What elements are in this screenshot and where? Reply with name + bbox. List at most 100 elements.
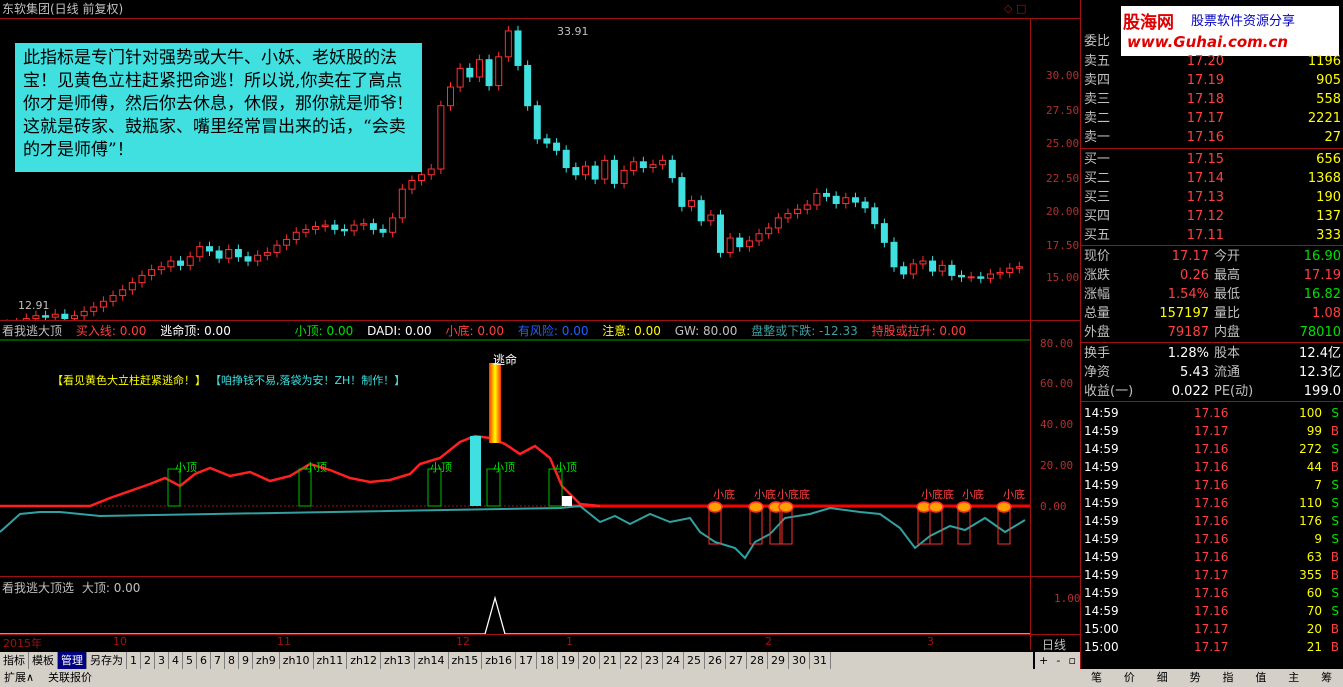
ind2-tick-1: 1.00 [1054,592,1081,605]
bid-row: 买二 17.14 1368 [1084,171,1341,186]
zoom-in-icon[interactable]: + [1039,652,1048,669]
related-quotes-button[interactable]: 关联报价 [48,669,92,687]
tick-row: 14:59 17.16 7 S [1084,478,1339,492]
expand-button[interactable]: 扩展∧ [4,669,34,687]
tab-24[interactable]: 24 [663,652,685,669]
tab-21[interactable]: 21 [600,652,622,669]
candle-body [948,264,956,276]
tab-模板[interactable]: 模板 [29,652,58,669]
panel-tab-主[interactable]: 主 [1288,669,1299,687]
ask-row: 卖一 17.16 27 [1084,130,1341,145]
candle-body [148,269,156,276]
tab-4[interactable]: 4 [169,652,183,669]
tick-row: 14:59 17.16 63 B [1084,550,1339,564]
order-book-header: 委比 [1084,34,1111,49]
small-top-3: 小顶 [430,461,452,474]
candle-body [977,276,985,279]
tab-19[interactable]: 19 [558,652,580,669]
tab-zh10[interactable]: zh10 [280,652,314,669]
candle-body [726,237,734,253]
candle-body [659,159,667,166]
tab-3[interactable]: 3 [155,652,169,669]
candle-body [890,241,898,268]
tab-26[interactable]: 26 [705,652,727,669]
tick-row: 14:59 17.17 355 B [1084,568,1339,582]
panel-tab-指[interactable]: 指 [1222,669,1233,687]
candle-body [919,260,927,265]
tab-8[interactable]: 8 [225,652,239,669]
tab-20[interactable]: 20 [579,652,601,669]
tab-29[interactable]: 29 [768,652,790,669]
tab-zh14[interactable]: zh14 [415,652,449,669]
candle-body [485,59,493,87]
quote-row: 涨跌 0.26 最高 17.19 [1084,268,1341,283]
tab-25[interactable]: 25 [684,652,706,669]
candle-body [138,274,146,284]
zoom-out-icon[interactable]: - [1056,652,1060,669]
window-corner-icons[interactable]: ◇ □ [1004,2,1026,15]
tab-指标[interactable]: 指标 [0,652,29,669]
candle-body [649,164,657,169]
candle-body [861,201,869,209]
tab-另存为[interactable]: 另存为 [87,652,127,669]
candle-body [234,249,242,258]
indicator2-chart[interactable] [0,590,1030,634]
small-bottom-dot [707,501,723,513]
period-label[interactable]: 日线 [1042,636,1066,653]
tab-31[interactable]: 31 [810,652,832,669]
tab-zh9[interactable]: zh9 [253,652,280,669]
consolidation-line [0,504,1026,560]
candle-body [80,310,88,317]
candle-body [283,238,291,246]
candle-body [900,266,908,275]
candle-body [408,180,416,190]
tab-5[interactable]: 5 [183,652,197,669]
high-price-label: 33.91 [557,25,589,38]
tab-zh11[interactable]: zh11 [314,652,348,669]
tab-zh12[interactable]: zh12 [347,652,381,669]
tab-9[interactable]: 9 [239,652,253,669]
bid-row: 买一 17.15 656 [1084,152,1341,167]
tab-28[interactable]: 28 [747,652,769,669]
tab-1[interactable]: 1 [127,652,141,669]
candle-body [273,244,281,253]
small-bottom-3: 小底底 [777,488,810,501]
price-tick-25: 25.00 [1046,137,1080,150]
tab-30[interactable]: 30 [789,652,811,669]
tab-23[interactable]: 23 [642,652,664,669]
tab-22[interactable]: 22 [621,652,643,669]
panel-tab-筹[interactable]: 筹 [1321,669,1332,687]
tab-2[interactable]: 2 [141,652,155,669]
strategy-note: 此指标是专门针对强势或大牛、小妖、老妖股的法宝！见黄色立柱赶紧把命逃！所以说,你… [15,43,422,172]
tab-zh13[interactable]: zh13 [381,652,415,669]
candle-body [813,192,821,206]
panel-tab-价[interactable]: 价 [1124,669,1135,687]
tab-7[interactable]: 7 [211,652,225,669]
zoom-controls[interactable]: + - ▫ [1035,652,1080,669]
tick-row: 14:59 17.16 100 S [1084,406,1339,420]
candle-body [851,197,859,203]
collapse-icon[interactable]: ▫ [1068,652,1075,669]
tab-zh15[interactable]: zh15 [449,652,483,669]
candle-body [880,223,888,243]
risk-bar [470,436,481,506]
candle-body [1015,266,1023,269]
small-top-1: 小顶 [175,461,197,474]
candle-body [697,200,705,222]
candle-body [186,256,194,266]
tab-管理[interactable]: 管理 [58,652,87,669]
panel-tab-值[interactable]: 值 [1255,669,1266,687]
tab-18[interactable]: 18 [537,652,559,669]
candle-body [51,313,59,318]
candle-body [456,67,464,88]
fundamental-row: 收益(一) 0.022 PE(动) 199.0 [1084,384,1341,399]
candle-body [263,251,271,256]
tick-row: 15:00 17.17 21 B [1084,640,1339,654]
panel-tab-势[interactable]: 势 [1190,669,1201,687]
tab-zb16[interactable]: zb16 [482,652,517,669]
panel-tab-笔[interactable]: 笔 [1091,669,1102,687]
tab-17[interactable]: 17 [516,652,538,669]
panel-tab-细[interactable]: 细 [1157,669,1168,687]
tab-27[interactable]: 27 [726,652,748,669]
tab-6[interactable]: 6 [197,652,211,669]
